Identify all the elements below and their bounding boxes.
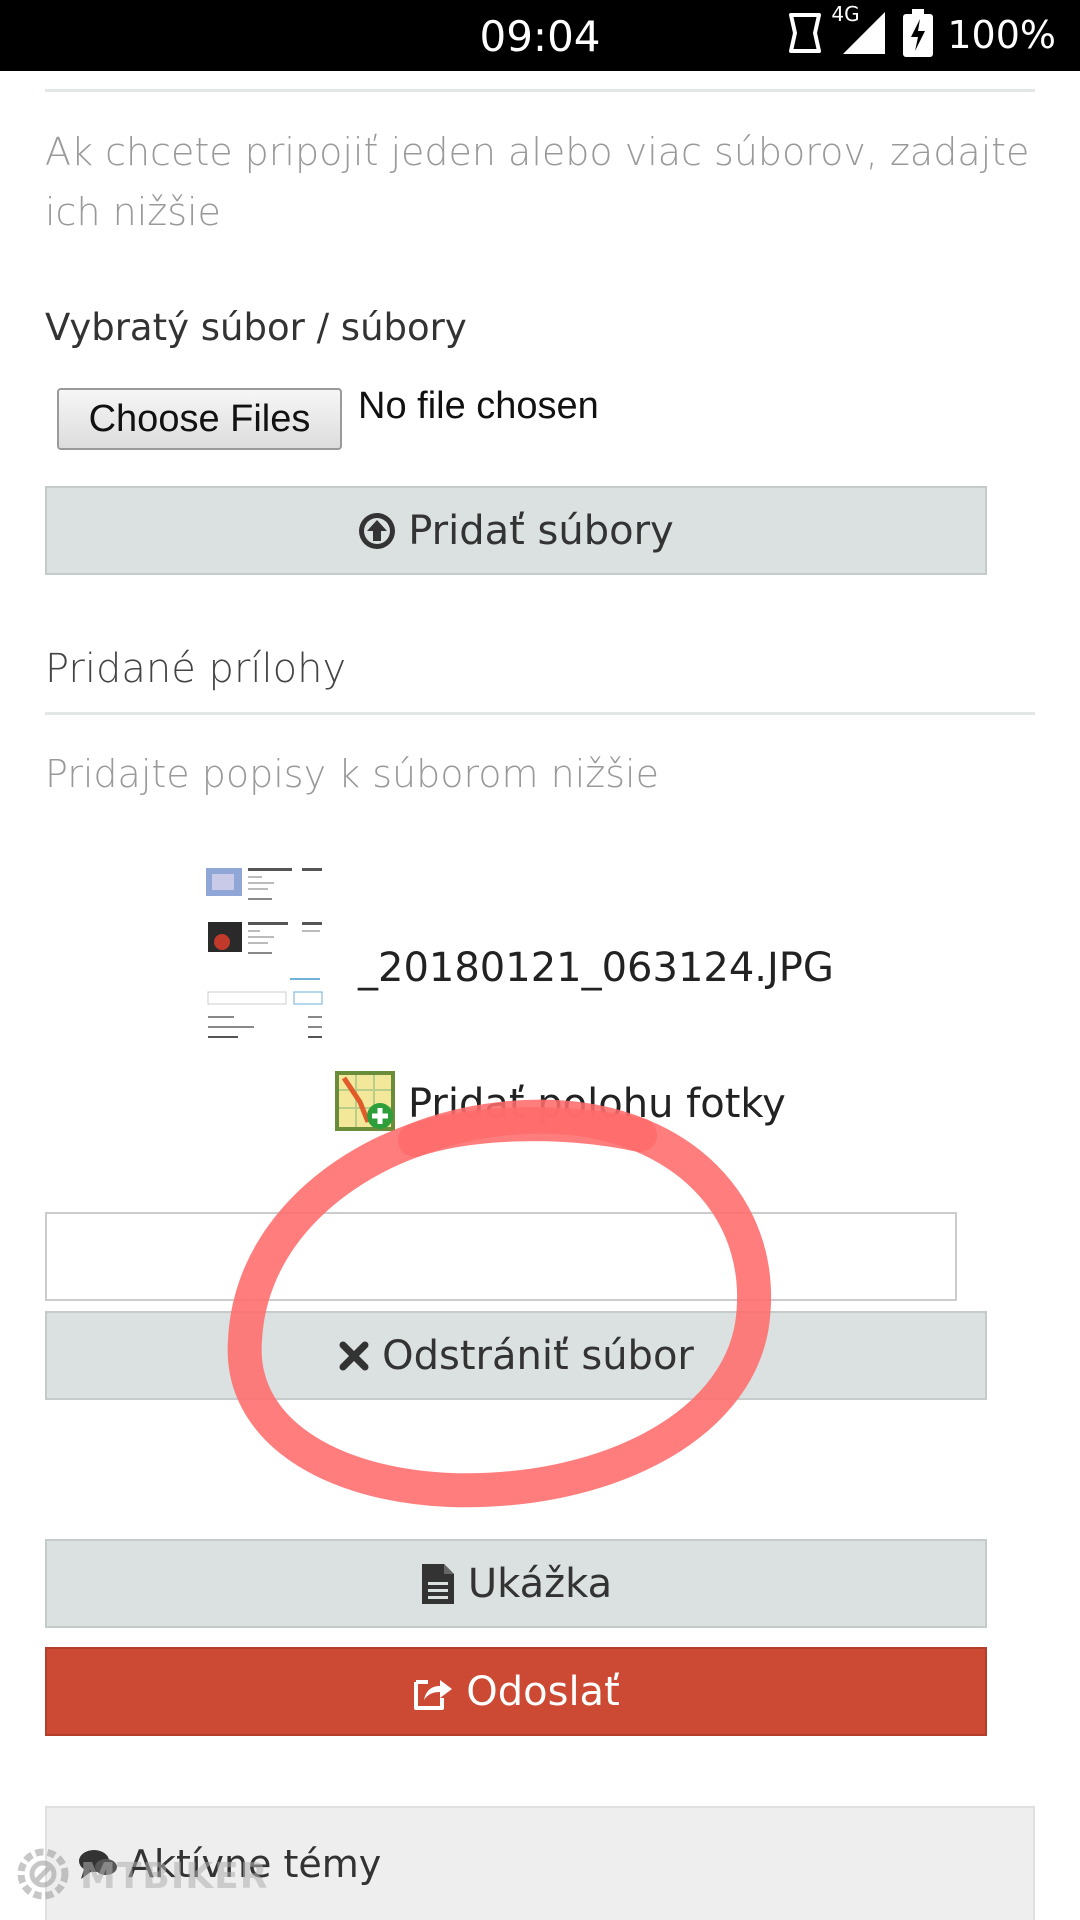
- mtbiker-watermark: MTBIKER: [14, 1845, 268, 1908]
- top-divider: [45, 89, 1035, 92]
- share-icon: [412, 1672, 454, 1712]
- describe-files-hint: Pridajte popisy k súborom nižšie: [45, 752, 659, 796]
- network-type: 4G: [831, 1, 860, 26]
- remove-file-button[interactable]: Odstrániť súbor: [45, 1311, 987, 1400]
- add-photo-location-link[interactable]: Pridať polohu fotky: [334, 1070, 786, 1137]
- file-description-input[interactable]: [45, 1212, 957, 1301]
- add-photo-location-label: Pridať polohu fotky: [408, 1080, 786, 1127]
- page: 09:04 4G 100% Ak chcete pripojiť jeden a…: [0, 0, 1080, 1920]
- submit-button[interactable]: Odoslať: [45, 1647, 987, 1736]
- submit-label: Odoslať: [466, 1668, 620, 1715]
- remove-file-label: Odstrániť súbor: [382, 1332, 694, 1379]
- selected-files-label: Vybratý súbor / súbory: [45, 306, 467, 349]
- signal-icon: 4G: [831, 2, 889, 63]
- preview-label: Ukážka: [467, 1560, 613, 1607]
- add-files-button[interactable]: Pridať súbory: [45, 486, 987, 575]
- document-icon: [420, 1562, 456, 1606]
- battery-charging-icon: [903, 8, 934, 62]
- status-bar: 09:04 4G 100%: [0, 0, 1080, 71]
- upload-circle-icon: [358, 512, 396, 550]
- mtbiker-logo-icon: [14, 1845, 72, 1908]
- map-pin-icon: [334, 1070, 396, 1137]
- preview-button[interactable]: Ukážka: [45, 1539, 987, 1628]
- added-attachments-heading: Pridané prílohy: [45, 646, 347, 692]
- status-icons: 4G 100%: [771, 2, 1056, 63]
- choose-files-button[interactable]: Choose Files: [57, 388, 342, 450]
- notification-icon: [785, 11, 825, 60]
- add-files-label: Pridať súbory: [408, 507, 674, 554]
- heading-divider: [45, 712, 1035, 715]
- file-status-text: No file chosen: [358, 385, 599, 427]
- battery-percent: 100%: [947, 13, 1056, 57]
- attach-intro-text: Ak chcete pripojiť jeden alebo viac súbo…: [45, 130, 1030, 234]
- file-thumbnail: [204, 860, 326, 1052]
- times-icon: [338, 1340, 370, 1372]
- watermark-text: MTBIKER: [80, 1856, 269, 1897]
- file-name: _20180121_063124.JPG: [358, 945, 834, 991]
